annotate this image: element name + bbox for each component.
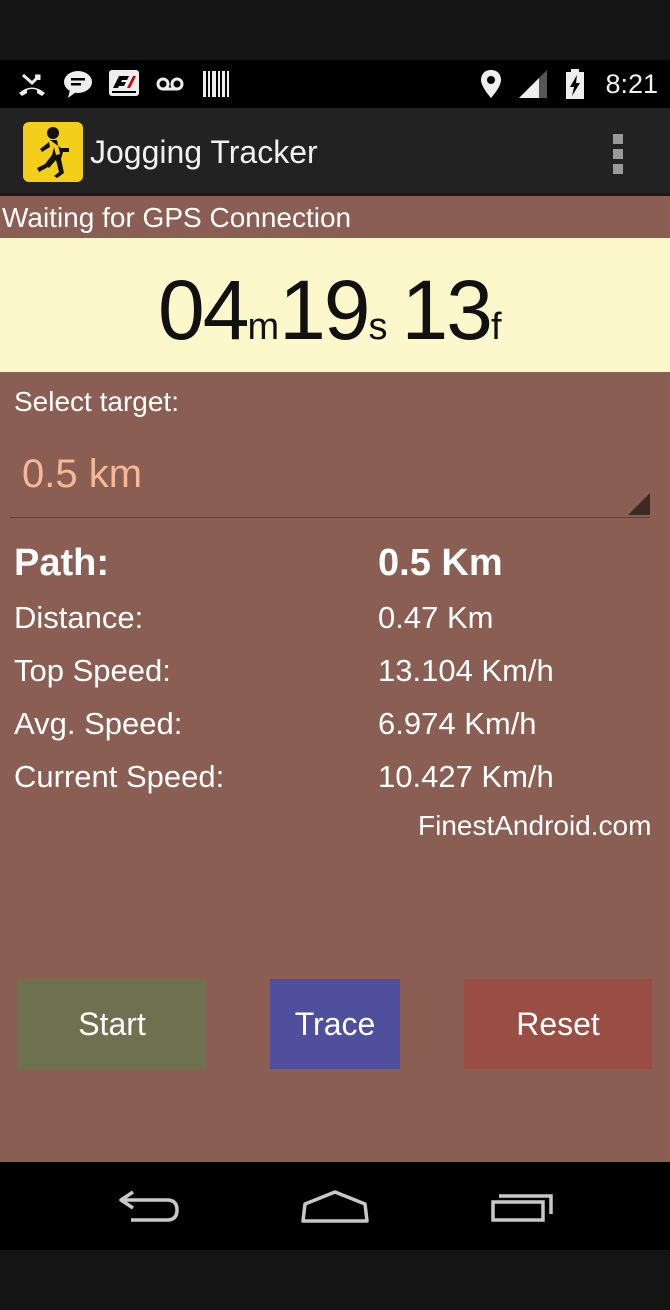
- path-value: 0.5 Km: [378, 542, 503, 584]
- cell-signal-icon: [519, 70, 548, 98]
- timer-frames: 13: [401, 263, 493, 357]
- timer-panel: 04 m 19 s 13 f: [0, 238, 670, 372]
- action-bar: Jogging Tracker: [0, 108, 670, 196]
- runner-icon[interactable]: [23, 122, 83, 182]
- stats-table: Path: 0.5 Km Distance: 0.47 Km Top Speed…: [0, 540, 670, 812]
- battery-charging-icon: [566, 69, 585, 99]
- reset-button[interactable]: Reset: [464, 979, 652, 1069]
- navigation-bar: [0, 1162, 670, 1250]
- avg-speed-value: 6.974 Km/h: [378, 706, 537, 741]
- trace-button[interactable]: Trace: [270, 979, 400, 1069]
- main-content: Waiting for GPS Connection 04 m 19 s 13 …: [0, 196, 670, 1162]
- home-icon[interactable]: [290, 1176, 380, 1236]
- app-title: Jogging Tracker: [90, 134, 318, 170]
- stat-row-avg-speed: Avg. Speed: 6.974 Km/h: [0, 706, 670, 759]
- stopwatch-display: 04 m 19 s 13 f: [158, 268, 502, 352]
- stat-row-current-speed: Current Speed: 10.427 Km/h: [0, 759, 670, 812]
- target-spinner[interactable]: 0.5 km: [10, 440, 650, 518]
- timer-seconds-unit: s: [368, 306, 388, 348]
- dropdown-arrow-icon: [628, 493, 650, 515]
- f1-app-icon: [109, 70, 139, 96]
- gps-status-text: Waiting for GPS Connection: [2, 202, 352, 233]
- timer-seconds: 19: [279, 263, 370, 357]
- missed-call-icon: [19, 73, 45, 96]
- target-spinner-value: 0.5 km: [22, 452, 143, 496]
- credit-link[interactable]: FinestAndroid.com: [418, 810, 651, 842]
- top-speed-label: Top Speed:: [14, 653, 171, 688]
- stat-row-path: Path: 0.5 Km: [0, 540, 670, 600]
- overflow-menu-icon[interactable]: [600, 130, 636, 178]
- distance-label: Distance:: [14, 600, 144, 635]
- location-pin-icon: [481, 70, 502, 98]
- recents-icon[interactable]: [478, 1176, 568, 1236]
- select-target-label: Select target:: [14, 386, 179, 417]
- current-speed-label: Current Speed:: [14, 759, 225, 794]
- clock: 8:21: [605, 68, 658, 99]
- top-frame: [0, 0, 670, 60]
- top-speed-value: 13.104 Km/h: [378, 653, 554, 688]
- bottom-frame: [0, 1250, 670, 1310]
- avg-speed-label: Avg. Speed:: [14, 706, 183, 741]
- back-icon[interactable]: [104, 1176, 194, 1236]
- timer-minutes-unit: m: [247, 306, 280, 348]
- voicemail-icon: [156, 77, 184, 91]
- start-button[interactable]: Start: [18, 979, 206, 1069]
- stat-row-distance: Distance: 0.47 Km: [0, 600, 670, 653]
- distance-value: 0.47 Km: [378, 600, 494, 635]
- status-bar: 8:21: [0, 60, 670, 108]
- chat-bubble-icon: [64, 71, 92, 98]
- current-speed-value: 10.427 Km/h: [378, 759, 554, 794]
- timer-minutes: 04: [158, 263, 249, 357]
- timer-frames-unit: f: [490, 306, 502, 348]
- stat-row-top-speed: Top Speed: 13.104 Km/h: [0, 653, 670, 706]
- path-label: Path:: [14, 542, 109, 584]
- barcode-icon: [203, 71, 229, 97]
